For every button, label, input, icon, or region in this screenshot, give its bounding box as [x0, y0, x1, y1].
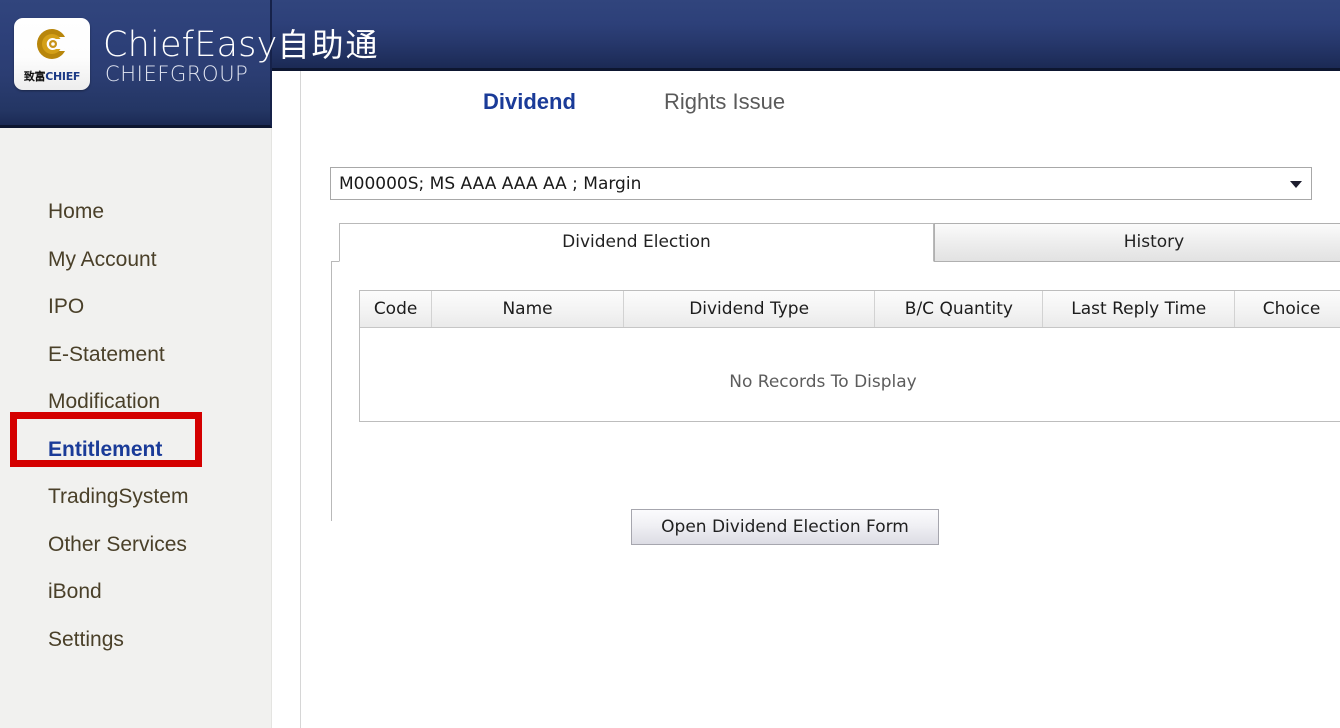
sidebar-item-ipo[interactable]: IPO [0, 283, 272, 331]
account-select-value: M00000S; MS AAA AAA AA ; Margin [339, 174, 642, 194]
grid-header-code[interactable]: Code [360, 291, 433, 327]
content-inner: Dividend Rights Issue M00000S; MS AAA AA… [300, 71, 1340, 728]
sub-tab-bar: Dividend Election History [331, 223, 1340, 521]
sidebar-item-other-services[interactable]: Other Services [0, 521, 272, 569]
sidebar-item-tradingsystem[interactable]: TradingSystem [0, 473, 272, 521]
sidebar-item-label: Modification [48, 390, 161, 413]
sidebar-item-label: E-Statement [48, 342, 165, 366]
sub-tab-dividend-election[interactable]: Dividend Election [339, 223, 934, 262]
sidebar-item-label: Other Services [48, 532, 187, 556]
sidebar-item-label: TradingSystem [48, 485, 189, 508]
sidebar-item-label: Settings [48, 627, 124, 651]
sidebar-item-e-statement[interactable]: E-Statement [0, 331, 272, 379]
sub-tab-panel-left-edge [331, 261, 339, 521]
chief-logo-text: 致富CHIEF [23, 70, 81, 83]
sidebar-item-label: My Account [48, 247, 157, 271]
sidebar-nav-list: Home My Account IPO E-Statement Modifica… [0, 188, 272, 663]
content-panel: Dividend Rights Issue M00000S; MS AAA AA… [272, 71, 1340, 728]
chevron-down-icon[interactable] [1290, 181, 1302, 188]
sidebar-item-home[interactable]: Home [0, 188, 272, 236]
sidebar-item-label: Home [48, 200, 105, 223]
sidebar-item-label: iBond [48, 580, 102, 603]
account-select[interactable]: M00000S; MS AAA AAA AA ; Margin [330, 167, 1312, 200]
brand-title-cjk: 自助通 [277, 26, 380, 64]
main-tab-bar: Dividend Rights Issue [301, 71, 1340, 147]
brand-title-en: ChiefEasy [103, 25, 278, 65]
grid-header-last-reply-time[interactable]: Last Reply Time [1043, 291, 1236, 327]
brand-title: ChiefEasy自助通 [103, 20, 380, 66]
tab-dividend[interactable]: Dividend [483, 89, 576, 115]
sidebar-item-entitlement[interactable]: Entitlement [0, 426, 272, 474]
application-window: Home My Account IPO E-Statement Modifica… [0, 0, 1340, 728]
dividend-election-grid: Code Name Dividend Type B/C Quantity Las… [359, 290, 1340, 422]
grid-header-name[interactable]: Name [432, 291, 624, 327]
grid-body: No Records To Display [360, 328, 1340, 421]
sidebar: Home My Account IPO E-Statement Modifica… [0, 128, 272, 728]
grid-header-choice[interactable]: Choice [1235, 291, 1340, 327]
sub-tab-history[interactable]: History [934, 223, 1340, 262]
grid-header-bc-quantity[interactable]: B/C Quantity [875, 291, 1044, 327]
tab-rights-issue[interactable]: Rights Issue [664, 89, 785, 115]
open-dividend-election-form-button[interactable]: Open Dividend Election Form [631, 509, 939, 545]
sidebar-item-modification[interactable]: Modification [0, 378, 272, 426]
grid-header-dividend-type[interactable]: Dividend Type [624, 291, 876, 327]
header-corner-notch [272, 71, 298, 97]
sidebar-item-settings[interactable]: Settings [0, 616, 272, 664]
sidebar-item-label: Entitlement [48, 437, 163, 461]
sidebar-item-label: IPO [48, 295, 85, 318]
grid-empty-message: No Records To Display [729, 372, 917, 392]
sidebar-item-ibond[interactable]: iBond [0, 568, 272, 616]
sidebar-item-my-account[interactable]: My Account [0, 236, 272, 284]
chief-spiral-icon [37, 29, 65, 59]
chief-logo: 致富CHIEF [14, 18, 90, 90]
brand-subtitle: CHIEFGROUP [105, 62, 249, 86]
grid-header-row: Code Name Dividend Type B/C Quantity Las… [360, 291, 1340, 328]
